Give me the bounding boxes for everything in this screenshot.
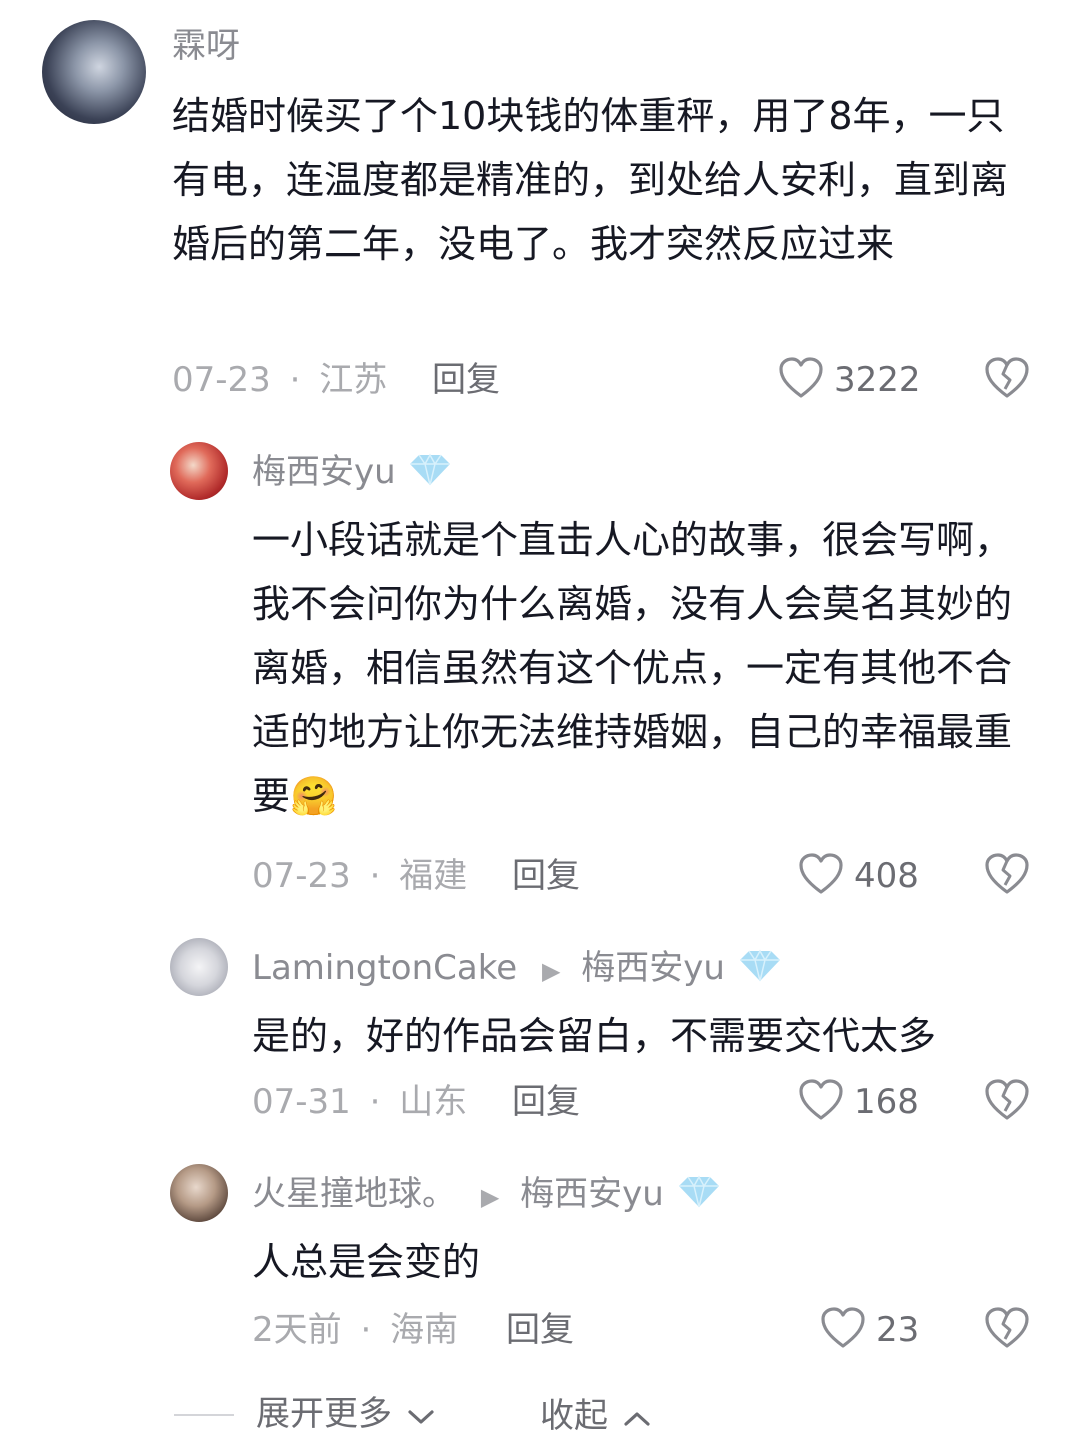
dislike-button[interactable] (984, 852, 1030, 896)
reply-text: 人总是会变的 (252, 1240, 481, 1284)
reply-to-name[interactable]: 梅西安yu (581, 948, 725, 988)
reply-button[interactable]: 回复 (512, 1082, 580, 1122)
reply-meta: 2天前 · 海南 (252, 1310, 458, 1350)
avatar[interactable] (170, 1164, 228, 1222)
reply-text: 是的，好的作品会留白，不需要交代太多 (252, 1014, 937, 1058)
reply-text: 一小段话就是个直击人心的故事，很会写啊，我不会问你为什么离婚，没有人会莫名其妙的… (252, 508, 1032, 828)
expand-more-button[interactable]: 展开更多 (256, 1394, 435, 1436)
reply-author[interactable]: 火星撞地球。 ▶ 梅西安yu (252, 1174, 721, 1217)
reply-meta: 07-31 · 山东 (252, 1082, 467, 1122)
reply-location: 山东 (399, 1082, 468, 1122)
broken-heart-icon (985, 1079, 1029, 1120)
diamond-icon (677, 1175, 721, 1209)
hug-emoji-icon: 🤗 (290, 774, 338, 818)
avatar[interactable] (170, 442, 228, 500)
dislike-button[interactable] (984, 1078, 1030, 1122)
dislike-button[interactable] (984, 1306, 1030, 1350)
diamond-icon (408, 453, 452, 487)
reply-location: 福建 (399, 856, 468, 896)
collapse-label: 收起 (540, 1396, 608, 1436)
reply-text-content: 一小段话就是个直击人心的故事，很会写啊，我不会问你为什么离婚，没有人会莫名其妙的… (252, 518, 1013, 818)
reply-button[interactable]: 回复 (506, 1310, 574, 1350)
broken-heart-icon (985, 853, 1029, 894)
comment-meta: 07-23 · 江苏 (172, 360, 387, 400)
heart-icon (821, 1307, 865, 1348)
separator: · (369, 856, 381, 896)
like-button[interactable] (778, 356, 824, 400)
avatar[interactable] (42, 20, 146, 124)
heart-icon (799, 1079, 843, 1120)
broken-heart-icon (985, 357, 1029, 398)
broken-heart-icon (985, 1307, 1029, 1348)
reply-date: 2天前 (252, 1310, 342, 1350)
like-button[interactable] (798, 1078, 844, 1122)
like-count: 3222 (834, 360, 921, 400)
reply-meta: 07-23 · 福建 (252, 856, 467, 896)
reply-button[interactable]: 回复 (432, 360, 500, 400)
reply-author-name[interactable]: 火星撞地球。 (252, 1174, 456, 1214)
chevron-up-icon (623, 1398, 651, 1438)
play-arrow-icon: ▶ (541, 957, 561, 985)
reply-to-name[interactable]: 梅西安yu (520, 1174, 664, 1214)
expand-more-label: 展开更多 (256, 1394, 392, 1434)
reply-author[interactable]: LamingtonCake ▶ 梅西安yu (252, 948, 782, 991)
reply-author[interactable]: 梅西安yu (252, 452, 452, 492)
dislike-button[interactable] (984, 356, 1030, 400)
play-arrow-icon: ▶ (480, 1183, 500, 1211)
comment-text: 结婚时候买了个10块钱的体重秤，用了8年，一只有电，连温度都是精准的，到处给人安… (172, 94, 1009, 266)
diamond-icon (738, 949, 782, 983)
collapse-button[interactable]: 收起 (540, 1396, 651, 1438)
heart-icon (799, 853, 843, 894)
separator: · (289, 360, 301, 400)
reply-author-name[interactable]: 梅西安yu (252, 452, 396, 492)
reply-location: 海南 (390, 1310, 459, 1350)
like-button[interactable] (820, 1306, 866, 1350)
comment-author[interactable]: 霖呀 (172, 26, 240, 66)
divider-line (174, 1414, 234, 1416)
heart-icon (779, 357, 823, 398)
comment-date: 07-23 (172, 360, 271, 400)
separator: · (360, 1310, 372, 1350)
like-count: 168 (854, 1082, 919, 1122)
chevron-down-icon (407, 1396, 435, 1436)
avatar[interactable] (170, 938, 228, 996)
like-count: 23 (876, 1310, 920, 1350)
reply-button[interactable]: 回复 (512, 856, 580, 896)
comment-location: 江苏 (319, 360, 388, 400)
like-button[interactable] (798, 852, 844, 896)
separator: · (369, 1082, 381, 1122)
reply-date: 07-31 (252, 1082, 351, 1122)
reply-date: 07-23 (252, 856, 351, 896)
reply-author-name[interactable]: LamingtonCake (252, 948, 517, 988)
like-count: 408 (854, 856, 919, 896)
